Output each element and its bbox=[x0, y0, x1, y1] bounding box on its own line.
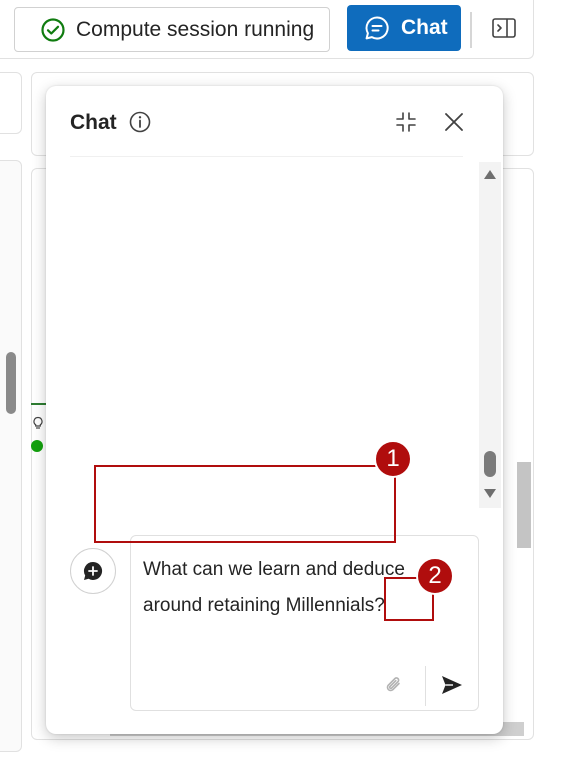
cell-status-line bbox=[31, 403, 47, 405]
scroll-up-arrow-icon[interactable] bbox=[482, 168, 498, 182]
left-pane bbox=[0, 160, 22, 752]
step-badge-1: 1 bbox=[374, 440, 412, 478]
info-icon[interactable] bbox=[128, 110, 152, 134]
page: Compute session running Chat Chat What c… bbox=[0, 0, 569, 775]
check-circle-icon bbox=[40, 17, 66, 43]
left-pane-scrollbar[interactable] bbox=[6, 352, 16, 414]
new-chat-icon bbox=[82, 560, 104, 582]
send-button[interactable] bbox=[432, 666, 472, 704]
chat-input-field[interactable]: What can we learn and deduce around reta… bbox=[143, 552, 433, 624]
chat-bubble-icon bbox=[363, 14, 391, 42]
panel-toggle-icon[interactable] bbox=[489, 15, 519, 41]
scroll-down-arrow-icon[interactable] bbox=[482, 486, 498, 500]
chat-panel: Chat What can we learn and deduce around… bbox=[46, 86, 503, 734]
send-divider bbox=[425, 666, 426, 706]
new-chat-button[interactable] bbox=[70, 548, 116, 594]
chat-panel-title: Chat bbox=[70, 111, 117, 134]
step-badge-2: 2 bbox=[416, 557, 454, 595]
send-icon bbox=[440, 674, 464, 696]
collapse-icon[interactable] bbox=[394, 110, 418, 134]
cell-success-icon bbox=[31, 440, 43, 452]
compute-session-button[interactable]: Compute session running bbox=[14, 7, 330, 52]
left-pane-header bbox=[0, 72, 22, 134]
notebook-scrollbar[interactable] bbox=[517, 462, 531, 548]
chat-toggle-button[interactable]: Chat bbox=[347, 5, 461, 51]
chat-button-label: Chat bbox=[401, 16, 448, 39]
text-caret bbox=[384, 594, 386, 617]
chat-messages-area bbox=[70, 156, 463, 487]
lightbulb-icon bbox=[31, 416, 45, 430]
compute-session-label: Compute session running bbox=[76, 17, 315, 41]
chat-input-value: What can we learn and deduce around reta… bbox=[143, 559, 411, 616]
close-icon[interactable] bbox=[442, 110, 466, 134]
chat-scrollbar-thumb[interactable] bbox=[484, 451, 496, 477]
paperclip-icon[interactable] bbox=[383, 674, 405, 696]
toolbar-divider bbox=[470, 12, 472, 48]
